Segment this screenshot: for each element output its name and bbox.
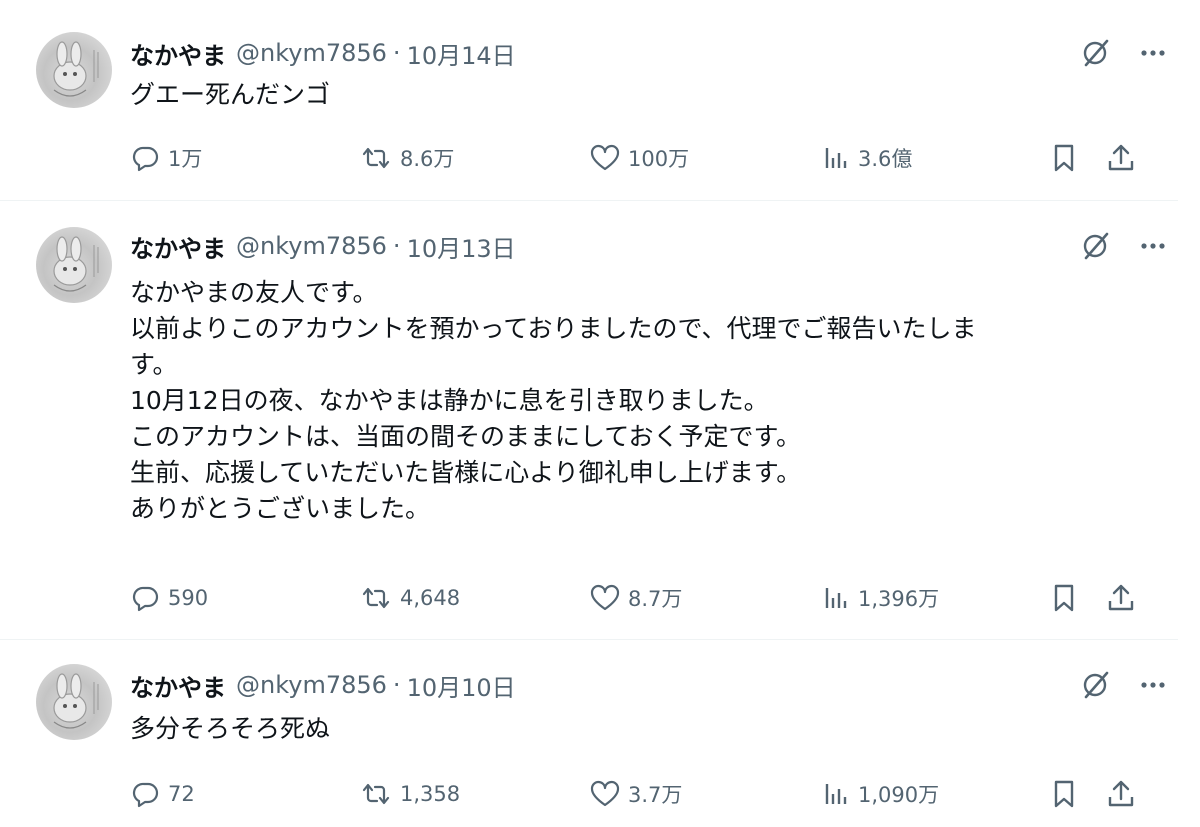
heart-icon	[590, 584, 620, 611]
like-count: 8.7万	[628, 587, 683, 611]
tweet-text-line: このアカウントは、当面の間そのままにしておく予定です。	[130, 422, 802, 451]
heart-icon	[590, 144, 620, 171]
like-count: 3.7万	[628, 783, 683, 807]
grok-icon[interactable]	[1080, 38, 1110, 72]
views-button[interactable]: 3.6億	[822, 140, 912, 176]
bookmark-icon	[1054, 584, 1074, 612]
user-handle[interactable]: @nkym7856	[236, 671, 387, 699]
views-button[interactable]: 1,396万	[822, 580, 939, 616]
like-button[interactable]: 100万	[590, 140, 689, 176]
tweet-text-line: グエー死んだンゴ	[130, 80, 331, 109]
reply-button[interactable]: 72	[132, 776, 195, 812]
tweet-top-icons	[1080, 231, 1166, 265]
views-count: 1,090万	[858, 783, 940, 807]
share-button[interactable]	[1106, 776, 1144, 812]
views-count: 3.6億	[858, 147, 913, 171]
tweet-text-line: 生前、応援していただいた皆様に心より御礼申し上げます。	[130, 458, 802, 487]
retweet-icon	[362, 587, 390, 609]
grok-icon[interactable]	[1080, 231, 1110, 265]
meta-separator: ·	[392, 671, 401, 699]
views-chart-icon	[825, 588, 847, 608]
meta-separator: ·	[392, 39, 401, 67]
tweet[interactable]: なかやま @nkym7856 · 10月14日 グエー死んだンゴ 1万 8.6万	[0, 0, 1178, 201]
like-count: 100万	[628, 147, 690, 171]
avatar-illustration	[53, 236, 99, 292]
avatar-illustration	[53, 41, 99, 97]
user-handle[interactable]: @nkym7856	[236, 232, 387, 260]
share-icon	[1108, 144, 1134, 171]
timeline: なかやま @nkym7856 · 10月14日 グエー死んだンゴ 1万 8.6万	[0, 0, 1200, 827]
tweet-header: なかやま @nkym7856 · 10月10日	[130, 668, 516, 702]
reply-count: 1万	[168, 147, 203, 171]
retweet-count: 4,648	[400, 586, 461, 610]
tweet-text: なかやまの友人です。 以前よりこのアカウントを預かっておりましたので、代理でご報…	[130, 275, 1170, 527]
reply-button[interactable]: 1万	[132, 140, 202, 176]
tweet-header: なかやま @nkym7856 · 10月14日	[130, 36, 516, 70]
display-name[interactable]: なかやま	[130, 229, 226, 264]
tweet-text-line: 10月12日の夜、なかやまは静かに息を引き取りました。	[130, 386, 769, 415]
reply-count: 590	[168, 586, 209, 610]
tweet-top-icons	[1080, 670, 1166, 704]
avatar[interactable]	[36, 664, 112, 740]
views-chart-icon	[825, 784, 847, 804]
tweet-text: グエー死んだンゴ	[130, 77, 1170, 113]
meta-separator: ·	[392, 232, 401, 260]
retweet-count: 8.6万	[400, 147, 455, 171]
reply-count: 72	[168, 782, 195, 806]
tweet-text-line: 以前よりこのアカウントを預かっておりましたので、代理でご報告いたしま	[130, 314, 977, 343]
retweet-button[interactable]: 1,358	[360, 776, 460, 812]
views-chart-icon	[825, 148, 847, 168]
retweet-count: 1,358	[400, 782, 461, 806]
tweet-date[interactable]: 10月10日	[407, 668, 516, 703]
tweet[interactable]: なかやま @nkym7856 · 10月13日 なかやまの友人です。 以前よりこ…	[0, 201, 1178, 640]
tweet-text-line: ありがとうございました。	[130, 494, 431, 523]
reply-icon	[132, 782, 159, 808]
avatar[interactable]	[36, 32, 112, 108]
retweet-icon	[362, 147, 390, 169]
tweet[interactable]: なかやま @nkym7856 · 10月10日 多分そろそろ死ぬ 72 1,35…	[0, 640, 1178, 827]
views-count: 1,396万	[858, 587, 940, 611]
tweet-text-line: す。	[130, 350, 178, 379]
views-button[interactable]: 1,090万	[822, 776, 939, 812]
like-button[interactable]: 3.7万	[590, 776, 682, 812]
share-icon	[1108, 584, 1134, 611]
retweet-button[interactable]: 4,648	[360, 580, 460, 616]
reply-button[interactable]: 590	[132, 580, 208, 616]
tweet-header: なかやま @nkym7856 · 10月13日	[130, 229, 516, 263]
avatar-illustration	[53, 673, 99, 729]
more-icon[interactable]	[1140, 670, 1166, 704]
tweet-text-line: 多分そろそろ死ぬ	[130, 714, 331, 743]
bookmark-button[interactable]	[1050, 580, 1086, 616]
grok-icon[interactable]	[1080, 670, 1110, 704]
display-name[interactable]: なかやま	[130, 668, 226, 703]
more-icon[interactable]	[1140, 38, 1166, 72]
avatar[interactable]	[36, 227, 112, 303]
tweet-date[interactable]: 10月14日	[407, 36, 516, 71]
like-button[interactable]: 8.7万	[590, 580, 682, 616]
tweet-actions: 72 1,358 3.7万 1,090万	[132, 776, 1142, 812]
more-icon[interactable]	[1140, 231, 1166, 265]
heart-icon	[590, 780, 620, 807]
bookmark-button[interactable]	[1050, 776, 1086, 812]
tweet-actions: 590 4,648 8.7万 1,396万	[132, 580, 1142, 616]
tweet-date[interactable]: 10月13日	[407, 229, 516, 264]
tweet-text-line: なかやまの友人です。	[130, 278, 378, 307]
tweet-text: 多分そろそろ死ぬ	[130, 711, 1170, 747]
bookmark-icon	[1054, 144, 1074, 172]
share-icon	[1108, 780, 1134, 807]
retweet-button[interactable]: 8.6万	[360, 140, 454, 176]
bookmark-icon	[1054, 780, 1074, 808]
reply-icon	[132, 586, 159, 612]
tweet-actions: 1万 8.6万 100万 3.6億	[132, 140, 1142, 176]
tweet-top-icons	[1080, 38, 1166, 72]
reply-icon	[132, 146, 159, 172]
share-button[interactable]	[1106, 580, 1144, 616]
display-name[interactable]: なかやま	[130, 36, 226, 71]
bookmark-button[interactable]	[1050, 140, 1086, 176]
retweet-icon	[362, 783, 390, 805]
user-handle[interactable]: @nkym7856	[236, 39, 387, 67]
share-button[interactable]	[1106, 140, 1144, 176]
